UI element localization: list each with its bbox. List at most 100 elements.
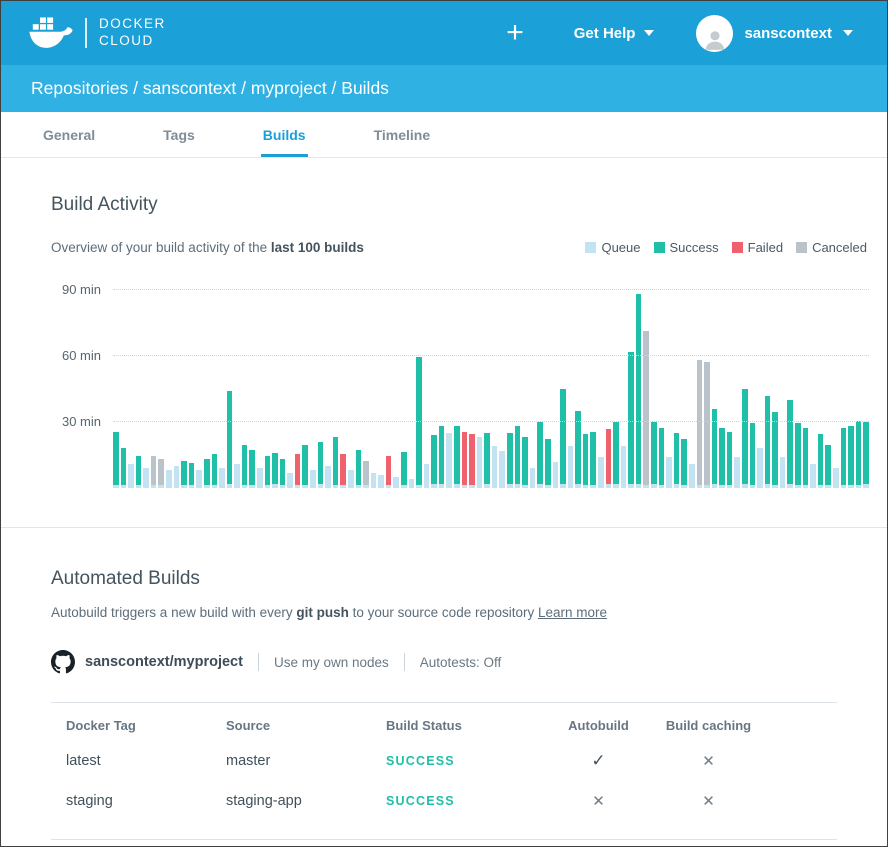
get-help-menu[interactable]: Get Help [574,25,655,42]
build-bar-queued[interactable] [219,468,225,488]
build-bar-success[interactable] [204,459,210,488]
build-bar-success[interactable] [439,426,445,488]
build-bar-success[interactable] [272,453,278,488]
build-bar-failed[interactable] [295,454,301,488]
build-bar-queued[interactable] [530,468,536,488]
build-bar-queued[interactable] [446,433,452,488]
build-bar-success[interactable] [742,389,748,488]
build-bar-success[interactable] [727,432,733,488]
build-bar-success[interactable] [136,456,142,488]
build-bar-success[interactable] [318,442,324,488]
build-bar-queued[interactable] [257,468,263,488]
build-bar-queued[interactable] [666,457,672,488]
build-bar-success[interactable] [280,459,286,488]
build-bar-success[interactable] [356,450,362,488]
build-bar-success[interactable] [333,437,339,488]
build-bar-success[interactable] [227,391,233,488]
build-bar-queued[interactable] [810,464,816,488]
build-bar-canceled[interactable] [704,362,710,488]
build-bar-success[interactable] [772,412,778,488]
plus-button[interactable]: + [506,18,524,48]
build-bar-success[interactable] [560,389,566,488]
autotests-setting[interactable]: Autotests: Off [420,655,502,670]
breadcrumb[interactable]: Repositories / sanscontext / myproject /… [31,78,389,99]
build-bar-success[interactable] [545,439,551,488]
build-bar-queued[interactable] [568,446,574,488]
caching-cross-icon[interactable]: ✕ [646,792,771,810]
build-bar-queued[interactable] [424,464,430,488]
build-bar-queued[interactable] [393,477,399,488]
build-bar-success[interactable] [242,445,248,488]
build-bar-success[interactable] [636,294,642,488]
tab-general[interactable]: General [41,112,97,157]
build-bar-success[interactable] [590,432,596,488]
learn-more-link[interactable]: Learn more [538,605,607,620]
build-bar-success[interactable] [856,421,862,488]
build-bar-success[interactable] [803,428,809,488]
build-bar-success[interactable] [818,434,824,488]
build-bar-success[interactable] [189,463,195,488]
build-bar-success[interactable] [416,357,422,488]
build-bar-success[interactable] [121,448,127,488]
build-bar-success[interactable] [249,450,255,488]
build-bar-success[interactable] [787,400,793,488]
build-bar-success[interactable] [863,422,869,488]
tab-builds[interactable]: Builds [261,112,308,157]
build-bar-success[interactable] [113,432,119,488]
build-bar-success[interactable] [265,456,271,488]
build-bar-success[interactable] [674,433,680,488]
build-bar-queued[interactable] [477,437,483,488]
table-row[interactable]: stagingstaging-appSUCCESS✕✕ [51,781,837,821]
build-bar-success[interactable] [522,437,528,488]
tab-timeline[interactable]: Timeline [372,112,433,157]
build-bar-canceled[interactable] [363,461,369,488]
build-bar-success[interactable] [681,439,687,488]
use-own-nodes-link[interactable]: Use my own nodes [274,655,389,670]
build-bar-success[interactable] [515,426,521,488]
build-bar-success[interactable] [302,445,308,488]
build-bar-success[interactable] [575,411,581,488]
build-bar-queued[interactable] [196,470,202,488]
build-bar-failed[interactable] [462,432,468,488]
build-bar-success[interactable] [651,422,657,488]
autobuild-cross-icon[interactable]: ✕ [551,792,646,810]
caching-cross-icon[interactable]: ✕ [646,752,771,770]
build-bar-queued[interactable] [499,451,505,488]
build-bar-queued[interactable] [598,457,604,488]
table-row[interactable]: latestmasterSUCCESS✓✕ [51,741,837,781]
build-bar-success[interactable] [401,452,407,488]
tab-tags[interactable]: Tags [161,112,197,157]
build-bar-success[interactable] [765,396,771,488]
build-bar-queued[interactable] [143,468,149,488]
build-bar-queued[interactable] [128,464,134,488]
build-bar-success[interactable] [613,422,619,488]
build-bar-queued[interactable] [621,446,627,488]
build-bar-success[interactable] [537,422,543,488]
build-bar-success[interactable] [841,428,847,488]
build-bar-success[interactable] [659,428,665,488]
build-bar-success[interactable] [484,433,490,488]
build-bar-success[interactable] [583,434,589,488]
build-bar-success[interactable] [507,433,513,488]
build-bar-queued[interactable] [757,448,763,488]
build-bar-queued[interactable] [780,457,786,488]
build-bar-queued[interactable] [310,470,316,488]
build-bar-canceled[interactable] [151,456,157,488]
build-bar-success[interactable] [431,435,437,488]
build-bar-success[interactable] [212,454,218,488]
build-bar-failed[interactable] [469,434,475,488]
build-bar-queued[interactable] [371,473,377,488]
build-bar-failed[interactable] [386,456,392,488]
build-bar-queued[interactable] [409,479,415,488]
user-menu[interactable]: sanscontext [696,15,853,52]
build-bar-queued[interactable] [166,470,172,488]
build-bar-success[interactable] [719,428,725,488]
build-bar-queued[interactable] [325,466,331,488]
brand[interactable]: DOCKER CLOUD [29,16,166,50]
build-bar-queued[interactable] [734,457,740,488]
build-bar-canceled[interactable] [697,360,703,488]
build-bar-failed[interactable] [606,429,612,488]
build-bar-success[interactable] [750,423,756,488]
build-bar-queued[interactable] [492,446,498,488]
build-bar-queued[interactable] [553,462,559,488]
